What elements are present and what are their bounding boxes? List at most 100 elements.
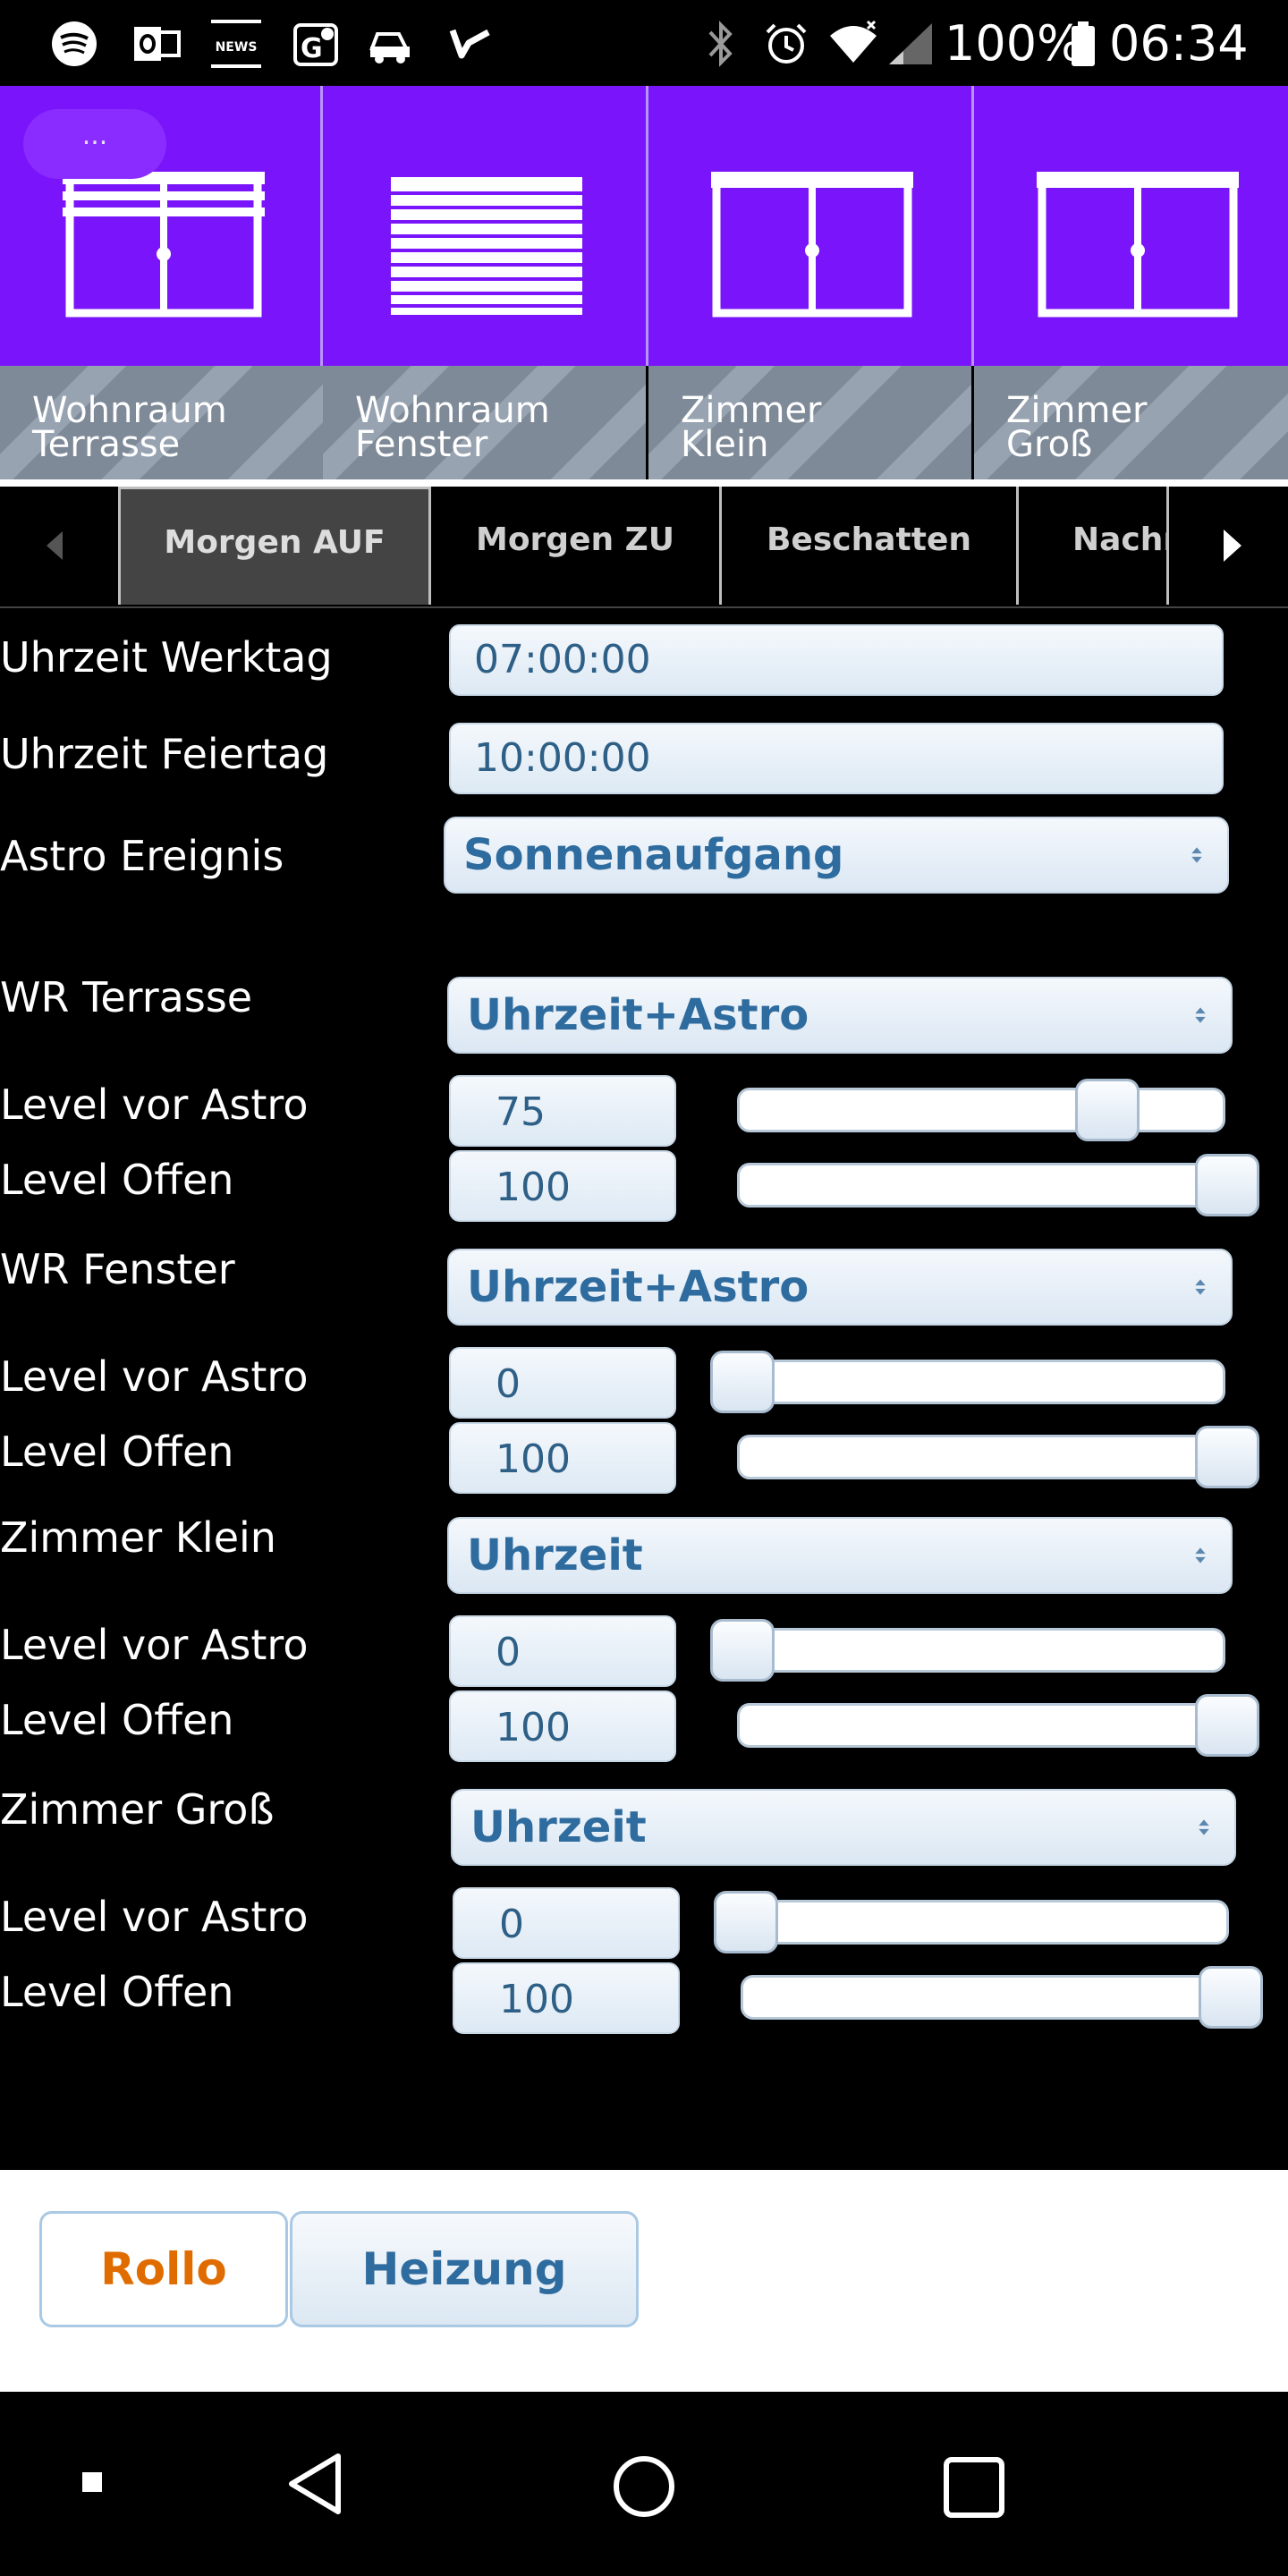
tab-morgen-zu[interactable]: Morgen ZU: [431, 487, 722, 605]
level-slider-handle[interactable]: [710, 1619, 775, 1682]
home-icon[interactable]: [612, 2454, 676, 2519]
group-label: Zimmer Klein: [0, 1513, 276, 1562]
recent-apps-icon[interactable]: [943, 2456, 1005, 2519]
mode-select[interactable]: Uhrzeit+Astro: [447, 977, 1233, 1054]
signal-icon: [889, 23, 932, 64]
scroll-left-arrow-icon[interactable]: [0, 487, 118, 605]
level-input[interactable]: 100: [449, 1150, 676, 1222]
level-label: Level Offen: [0, 1696, 234, 1744]
level-slider-handle[interactable]: [1195, 1154, 1259, 1216]
level-label: Level vor Astro: [0, 1080, 309, 1129]
select-caret-icon: [1195, 1547, 1206, 1563]
schedule-tabs: Morgen AUF Morgen ZU Beschatten Nachr: [0, 487, 1288, 608]
select-value: Uhrzeit+Astro: [467, 990, 809, 1040]
divider-line: [0, 479, 1288, 487]
alarm-icon: [766, 23, 807, 64]
tile-label: Wohnraum Terrasse: [32, 390, 227, 465]
level-slider-handle[interactable]: [714, 1891, 778, 1953]
tile-label: Wohnraum Fenster: [355, 390, 550, 465]
window-open-icon: [711, 172, 913, 318]
tile-label: Zimmer Groß: [1006, 390, 1148, 465]
battery-percent: 100%: [945, 15, 1083, 72]
maps-icon: G: [293, 23, 338, 66]
level-input[interactable]: 100: [449, 1422, 676, 1494]
uhrzeit-werktag-input[interactable]: 07:00:00: [449, 624, 1224, 696]
uhrzeit-feiertag-input[interactable]: 10:00:00: [449, 723, 1224, 794]
level-label: Level Offen: [0, 1428, 234, 1476]
system-navigation-bar: [0, 2392, 1288, 2576]
group-label: Zimmer Groß: [0, 1785, 275, 1834]
window-blind-closed-icon: [391, 177, 582, 315]
back-icon[interactable]: [284, 2451, 347, 2517]
car-icon: [369, 32, 410, 64]
level-slider-track[interactable]: [741, 1975, 1229, 2020]
window-blind-half-icon: [63, 172, 265, 318]
level-slider-track[interactable]: [737, 1163, 1225, 1208]
tile-label: Zimmer Klein: [681, 390, 822, 465]
level-slider-handle[interactable]: [1195, 1694, 1259, 1757]
select-value: Uhrzeit+Astro: [467, 1262, 809, 1312]
select-caret-icon: [1199, 1819, 1209, 1835]
tab-rollo[interactable]: Rollo: [39, 2211, 288, 2327]
level-slider-track[interactable]: [712, 1628, 1225, 1673]
select-value: Uhrzeit: [467, 1530, 643, 1580]
clock-time: 06:34: [1109, 15, 1249, 72]
recent-apps-small-icon[interactable]: [80, 2470, 104, 2494]
level-input[interactable]: 0: [453, 1887, 680, 1959]
tile-zimmer-gross[interactable]: Zimmer Groß: [974, 86, 1288, 479]
level-slider-track[interactable]: [737, 1088, 1225, 1132]
tab-heizung[interactable]: Heizung: [290, 2211, 639, 2327]
select-caret-icon: [1195, 1007, 1206, 1023]
label-astro-ereignis: Astro Ereignis: [0, 832, 284, 880]
spotify-icon: [52, 21, 97, 66]
tile-zimmer-klein[interactable]: Zimmer Klein: [648, 86, 971, 479]
bottom-navigation: Rollo Heizung: [0, 2170, 1288, 2392]
tab-morgen-auf[interactable]: Morgen AUF: [118, 487, 431, 605]
label-uhrzeit-werktag: Uhrzeit Werktag: [0, 633, 333, 682]
label-uhrzeit-feiertag: Uhrzeit Feiertag: [0, 730, 329, 778]
level-slider-track[interactable]: [737, 1435, 1225, 1479]
group-label: WR Terrasse: [0, 973, 253, 1021]
bluetooth-icon: [708, 21, 733, 67]
status-bar: NEWS G 100% 06:34: [0, 0, 1288, 86]
tile-wohnraum-terrasse[interactable]: Wohnraum Terrasse ...: [0, 86, 323, 479]
select-caret-icon: [1195, 1279, 1206, 1295]
select-caret-icon: [1191, 847, 1202, 863]
scroll-right-arrow-icon[interactable]: [1170, 487, 1288, 605]
level-label: Level vor Astro: [0, 1352, 309, 1401]
level-slider-handle[interactable]: [1195, 1426, 1259, 1488]
battery-icon: [1072, 21, 1095, 66]
more-menu-button[interactable]: ...: [23, 109, 166, 179]
level-slider-handle[interactable]: [1199, 1966, 1263, 2029]
tasks-icon: [449, 29, 490, 59]
level-slider-track[interactable]: [716, 1900, 1229, 1945]
level-input[interactable]: 0: [449, 1615, 676, 1687]
tile-wohnraum-fenster[interactable]: Wohnraum Fenster: [323, 86, 646, 479]
level-label: Level Offen: [0, 1156, 234, 1204]
astro-ereignis-select[interactable]: Sonnenaufgang: [444, 817, 1229, 894]
svg-text:G: G: [301, 33, 323, 64]
level-label: Level vor Astro: [0, 1621, 309, 1669]
mode-select[interactable]: Uhrzeit+Astro: [447, 1249, 1233, 1326]
group-label: WR Fenster: [0, 1245, 235, 1293]
level-slider-track[interactable]: [737, 1703, 1225, 1748]
outlook-icon: [134, 27, 181, 61]
suedtirol-news-icon: NEWS: [211, 20, 261, 68]
wifi-icon: [830, 20, 877, 63]
level-slider-handle[interactable]: [710, 1351, 775, 1413]
tab-nachr[interactable]: Nachr: [1019, 487, 1169, 605]
mode-select[interactable]: Uhrzeit: [451, 1789, 1236, 1866]
mode-select[interactable]: Uhrzeit: [447, 1517, 1233, 1594]
level-input[interactable]: 75: [449, 1075, 676, 1147]
device-tiles: Wohnraum Terrasse ... Wohnraum Fenster Z…: [0, 86, 1288, 479]
level-label: Level Offen: [0, 1968, 234, 2016]
level-slider-handle[interactable]: [1075, 1079, 1140, 1141]
tab-beschatten[interactable]: Beschatten: [722, 487, 1019, 605]
level-input[interactable]: 0: [449, 1347, 676, 1419]
window-open-icon: [1037, 172, 1239, 318]
level-input[interactable]: 100: [453, 1962, 680, 2034]
level-slider-track[interactable]: [712, 1360, 1225, 1404]
select-value: Sonnenaufgang: [463, 830, 844, 880]
level-input[interactable]: 100: [449, 1690, 676, 1762]
level-label: Level vor Astro: [0, 1893, 309, 1941]
